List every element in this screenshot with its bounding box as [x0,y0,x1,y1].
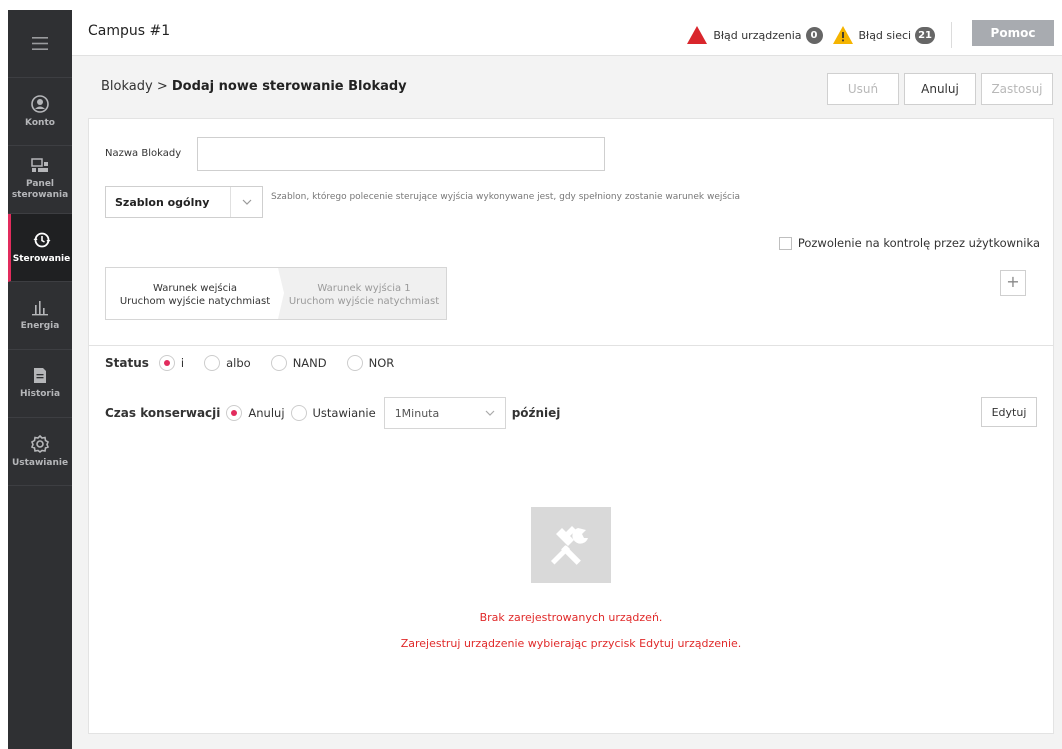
tools-icon [531,507,611,583]
sidebar-item-label: Energia [20,320,60,331]
section-divider [89,345,1053,346]
network-error-label: Błąd sieci [858,28,912,42]
status-option-or[interactable]: albo [204,355,251,371]
user-control-permission[interactable]: Pozwolenie na kontrolę przez użytkownika [778,236,1040,250]
radio-selected[interactable] [158,355,175,371]
step-subtitle: Uruchom wyjście natychmiast [288,296,440,307]
hamburger-icon [32,37,48,50]
apply-button[interactable]: Zastosuj [981,73,1053,105]
sidebar-item-energy[interactable]: Energia [8,282,72,350]
permission-checkbox[interactable] [778,236,792,250]
interlock-name-input[interactable] [197,137,605,171]
user-icon [31,94,49,113]
page-title: Dodaj nowe sterowanie Blokady [171,79,407,94]
radio-selected[interactable] [226,405,243,421]
top-bar: Campus #1 Błąd urządzenia 0 Błąd sieci 2… [72,10,1062,56]
step-subtitle: Uruchom wyjście natychmiast [119,296,271,307]
maintenance-option-label: Ustawianie [312,406,376,420]
site-title: Campus #1 [88,23,171,39]
sidebar-item-account[interactable]: Konto [8,78,72,146]
sidebar-item-label: Ustawianie [11,457,69,468]
chevron-down-icon [475,410,505,416]
step-output-condition-1[interactable]: Warunek wyjścia 1 Uruchom wyjście natych… [282,268,446,319]
cancel-button[interactable]: Anuluj [904,73,976,105]
network-error-count[interactable]: 21 [915,26,935,44]
status-option-nand[interactable]: NAND [270,355,327,371]
network-error-icon [832,26,853,44]
add-step-button[interactable]: + [1000,270,1026,296]
template-select[interactable]: Szablon ogólny [105,186,263,218]
template-description: Szablon, którego polecenie sterujące wyj… [271,192,741,202]
history-icon [34,368,46,383]
device-error-count[interactable]: 0 [805,26,823,44]
maintenance-label: Czas konserwacji [105,406,221,420]
empty-hint: Zarejestruj urządzenie wybierając przyci… [400,637,742,650]
duration-select-value: 1Minuta [394,406,440,420]
breadcrumb: Blokady > Dodaj nowe sterowanie Blokady [101,79,407,94]
sidebar-item-history[interactable]: Historia [8,350,72,418]
gear-icon [31,434,49,453]
device-error-icon [687,26,708,44]
sidebar-item-control[interactable]: Sterowanie [8,214,72,282]
edit-devices-button[interactable]: Edytuj [981,397,1037,427]
status-label: Status [105,356,149,370]
breadcrumb-parent[interactable]: Blokady [101,79,153,94]
name-label: Nazwa Blokady [105,148,182,159]
sidebar-item-dashboard[interactable]: Panel sterowania [8,146,72,214]
sidebar-item-label: Konto [25,117,55,128]
template-select-value: Szablon ogólny [115,195,210,209]
divider [951,22,952,48]
step-title: Warunek wyjścia 1 [317,283,411,294]
maintenance-option-label: Anuluj [248,406,285,420]
permission-label: Pozwolenie na kontrolę przez użytkownika [797,236,1040,250]
sidebar: Konto Panel sterowania Sterowanie Energi… [8,10,72,749]
step-title: Warunek wejścia [152,283,237,294]
radio-unselected[interactable] [204,355,221,371]
duration-select[interactable]: 1Minuta [383,397,506,429]
status-option-and[interactable]: i [158,355,185,371]
radio-unselected[interactable] [270,355,287,371]
sidebar-item-label: Panel sterowania [11,179,69,200]
status-option-label: i [180,356,185,370]
radio-unselected[interactable] [290,405,307,421]
breadcrumb-separator: > [152,79,172,94]
interlock-form: Nazwa Blokady Szablon ogólny Szablon, kt… [88,118,1054,734]
sidebar-item-label: Historia [19,389,61,399]
status-option-label: NOR [368,356,395,370]
status-option-nor[interactable]: NOR [346,355,395,371]
chevron-down-icon [230,187,262,217]
menu-toggle-button[interactable] [8,10,72,78]
device-error-label: Błąd urządzenia [713,28,802,42]
maintenance-row: Czas konserwacji Anuluj Ustawianie 1Minu… [105,397,570,429]
control-icon [33,232,50,247]
main-area: Campus #1 Błąd urządzenia 0 Błąd sieci 2… [72,10,1062,749]
maintenance-option-setting[interactable]: Ustawianie [290,405,376,421]
step-input-condition[interactable]: Warunek wejścia Uruchom wyjście natychmi… [106,268,284,319]
duration-suffix: później [511,406,561,420]
condition-steps: Warunek wejścia Uruchom wyjście natychmi… [105,267,447,320]
dashboard-icon [31,158,48,172]
status-option-label: albo [226,356,251,370]
sidebar-item-settings[interactable]: Ustawianie [8,418,72,486]
maintenance-option-cancel[interactable]: Anuluj [226,405,285,421]
empty-message: Brak zarejestrowanych urządzeń. [479,611,663,624]
delete-button[interactable]: Usuń [827,73,899,105]
status-option-label: NAND [292,356,327,370]
help-button[interactable]: Pomoc [972,20,1054,46]
radio-unselected[interactable] [346,355,363,371]
status-row: Status i albo NAND NOR [105,355,414,371]
energy-chart-icon [32,300,48,315]
alert-summary: Błąd urządzenia 0 Błąd sieci 21 [687,22,952,48]
sidebar-item-label: Sterowanie [12,253,71,264]
